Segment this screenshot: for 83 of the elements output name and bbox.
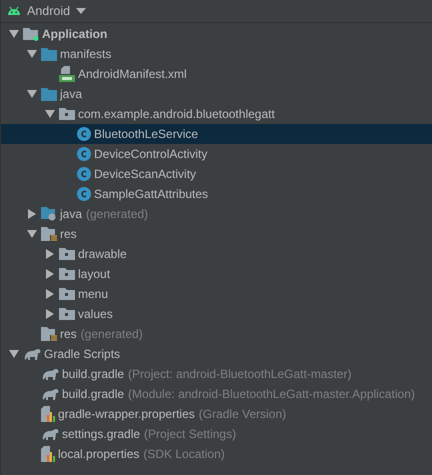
- item-label: values: [78, 307, 113, 321]
- folder-icon: [41, 48, 57, 60]
- item-label: java: [60, 87, 82, 101]
- item-label: Gradle Scripts: [44, 347, 120, 361]
- item-label: drawable: [78, 247, 127, 261]
- elephant-icon: [23, 348, 41, 360]
- item-note: (Module: android-BluetoothLeGatt-master.Application): [128, 387, 415, 401]
- package-folder-icon: [59, 308, 75, 320]
- tree-item[interactable]: AndroidManifest.xml: [1, 64, 432, 84]
- generated-folder-icon: [41, 207, 57, 221]
- tree-item[interactable]: res (generated): [1, 324, 432, 344]
- item-note: (Project Settings): [144, 427, 236, 441]
- item-label: local.properties: [58, 447, 140, 461]
- tree-item[interactable]: BluetoothLeService: [1, 124, 432, 144]
- properties-file-icon: [41, 446, 55, 462]
- tree-item[interactable]: layout: [1, 264, 432, 284]
- tree-item[interactable]: local.properties (SDK Location): [1, 444, 432, 464]
- item-note: (generated): [86, 207, 148, 221]
- item-note: (SDK Location): [143, 447, 225, 461]
- tree-item[interactable]: com.example.android.bluetoothlegatt: [1, 104, 432, 124]
- item-label: res: [60, 227, 77, 241]
- tree-item[interactable]: Gradle Scripts: [1, 344, 432, 364]
- item-label: Application: [42, 27, 108, 41]
- tree-item[interactable]: gradle-wrapper.properties (Gradle Version): [1, 404, 432, 424]
- expanded-arrow-icon[interactable]: [27, 230, 37, 238]
- item-note: (Project: android-BluetoothLeGatt-master): [128, 367, 352, 381]
- item-label: SampleGattAttributes: [94, 187, 208, 201]
- expanded-arrow-icon[interactable]: [45, 110, 55, 118]
- tree-item[interactable]: settings.gradle (Project Settings): [1, 424, 432, 444]
- tree-item[interactable]: build.gradle (Module: android-BluetoothLeGatt-master.Application): [1, 384, 432, 404]
- tree-item[interactable]: DeviceScanActivity: [1, 164, 432, 184]
- item-label: AndroidManifest.xml: [78, 67, 187, 81]
- collapsed-arrow-icon[interactable]: [28, 209, 36, 219]
- package-folder-icon: [59, 288, 75, 300]
- class-icon: [77, 187, 91, 201]
- tree-item[interactable]: menu: [1, 284, 432, 304]
- resource-folder-icon: [41, 327, 57, 341]
- item-label: build.gradle: [62, 367, 124, 381]
- package-folder-icon: [59, 248, 75, 260]
- package-folder-icon: [59, 108, 75, 120]
- expanded-arrow-icon[interactable]: [9, 30, 19, 38]
- tree-item[interactable]: java: [1, 84, 432, 104]
- item-note: (generated): [80, 327, 143, 341]
- elephant-icon: [41, 428, 59, 440]
- folder-icon: [41, 88, 57, 100]
- tree-item[interactable]: res: [1, 224, 432, 244]
- tree-item[interactable]: values: [1, 304, 432, 324]
- expanded-arrow-icon[interactable]: [27, 90, 37, 98]
- elephant-icon: [41, 388, 59, 400]
- tree-item[interactable]: manifests: [1, 44, 432, 64]
- dropdown-caret-icon[interactable]: [76, 8, 86, 14]
- tree-item[interactable]: drawable: [1, 244, 432, 264]
- class-icon: [77, 147, 91, 161]
- elephant-icon: [41, 368, 59, 380]
- tree-item[interactable]: build.gradle (Project: android-BluetoothLeGatt-master): [1, 364, 432, 384]
- item-label: DeviceControlActivity: [94, 147, 208, 161]
- class-icon: [77, 167, 91, 181]
- item-label: java: [60, 207, 82, 221]
- item-label: com.example.android.bluetoothlegatt: [78, 107, 275, 121]
- tree-item[interactable]: SampleGattAttributes: [1, 184, 432, 204]
- item-label: menu: [78, 287, 108, 301]
- tree-item[interactable]: Application: [1, 24, 432, 44]
- expanded-arrow-icon[interactable]: [27, 50, 37, 58]
- item-label: manifests: [60, 47, 112, 61]
- resource-folder-icon: [41, 227, 57, 241]
- item-label: gradle-wrapper.properties: [58, 407, 195, 421]
- properties-file-icon: [41, 406, 55, 422]
- view-selector[interactable]: Android: [27, 4, 70, 18]
- item-note: (Gradle Version): [198, 407, 286, 421]
- item-label: settings.gradle: [62, 427, 140, 441]
- package-folder-icon: [59, 268, 75, 280]
- item-label: res: [60, 327, 77, 341]
- item-label: build.gradle: [62, 387, 124, 401]
- tree-item[interactable]: DeviceControlActivity: [1, 144, 432, 164]
- android-icon: [7, 6, 21, 16]
- class-icon: [77, 127, 91, 141]
- tree-item[interactable]: java (generated): [1, 204, 432, 224]
- item-label: BluetoothLeService: [94, 127, 198, 141]
- module-folder-icon: [23, 27, 39, 41]
- item-label: DeviceScanActivity: [94, 167, 196, 181]
- item-label: layout: [78, 267, 110, 281]
- manifest-file-icon: [59, 66, 75, 82]
- expanded-arrow-icon[interactable]: [9, 350, 19, 358]
